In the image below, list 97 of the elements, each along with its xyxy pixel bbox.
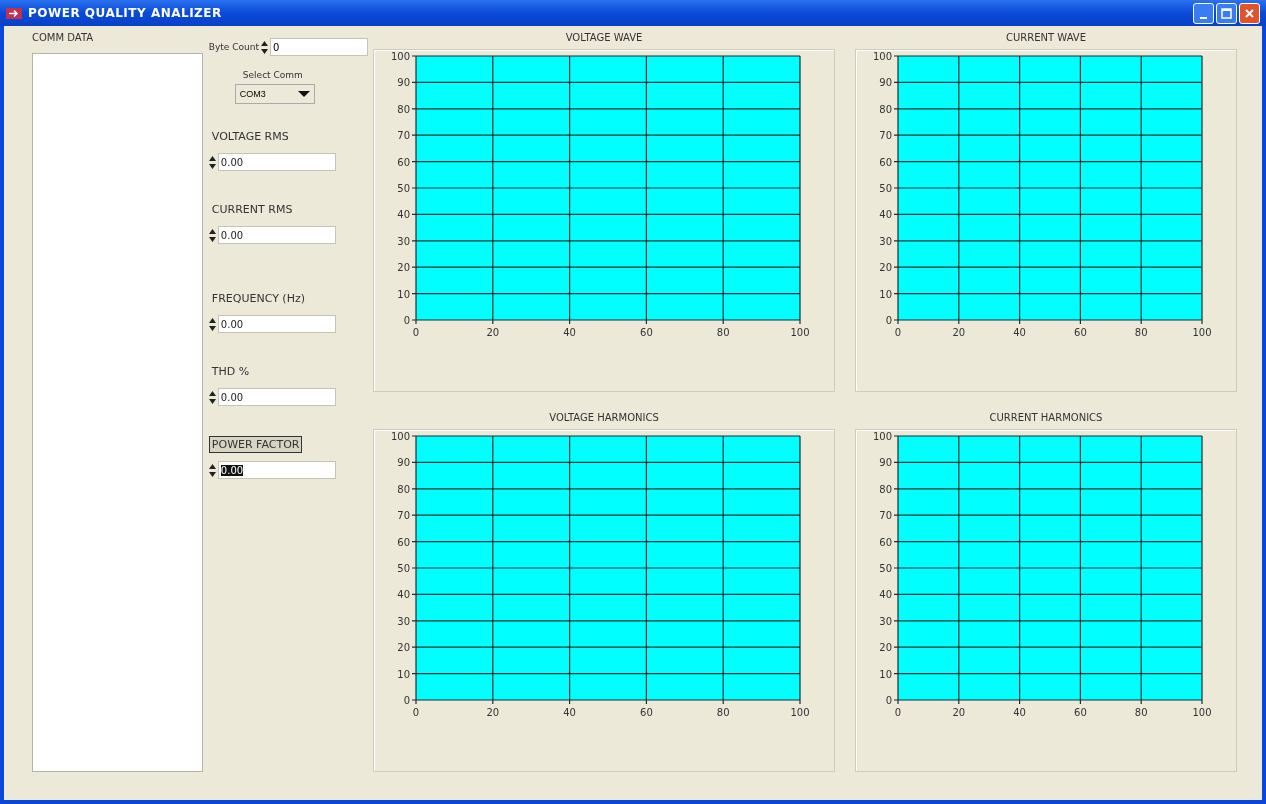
maximize-button[interactable] — [1216, 2, 1237, 24]
y-tick-label: 0 — [885, 695, 892, 706]
x-tick-label: 0 — [894, 327, 902, 338]
y-tick-label: 80 — [879, 483, 892, 495]
x-tick-label: 80 — [1134, 327, 1148, 338]
y-tick-label: 40 — [879, 589, 892, 601]
y-tick-label: 10 — [397, 668, 410, 680]
x-tick-label: 40 — [1013, 327, 1026, 338]
spinner-icon[interactable] — [261, 40, 268, 54]
x-tick-label: 0 — [412, 707, 420, 718]
y-tick-label: 50 — [397, 563, 410, 574]
x-tick-label: 80 — [716, 327, 730, 338]
reading-field[interactable]: 0.00 — [217, 226, 336, 244]
chart-title: CURRENT HARMONICS — [989, 412, 1103, 423]
reading-field[interactable]: 0.00 — [217, 153, 336, 171]
y-tick-label: 20 — [879, 262, 892, 274]
x-tick-label: 100 — [1192, 327, 1212, 338]
y-tick-label: 30 — [879, 615, 892, 627]
y-tick-label: 70 — [879, 130, 892, 142]
y-tick-label: 20 — [397, 262, 410, 274]
x-tick-label: 0 — [412, 327, 420, 338]
minimize-button[interactable] — [1193, 2, 1214, 24]
x-tick-label: 100 — [1192, 707, 1212, 718]
y-tick-label: 30 — [397, 235, 410, 247]
comm-data-label: COMM DATA — [32, 32, 95, 43]
y-tick-label: 100 — [390, 51, 410, 62]
reading-field[interactable]: 0.00 — [217, 388, 336, 406]
x-tick-label: 20 — [952, 327, 966, 338]
byte-count-field[interactable]: 0 — [270, 38, 368, 56]
minimize-icon — [1200, 16, 1207, 19]
x-tick-label: 40 — [1013, 707, 1026, 718]
y-tick-label: 20 — [397, 642, 410, 654]
maximize-icon — [1221, 7, 1232, 19]
y-tick-label: 50 — [879, 183, 892, 194]
y-tick-label: 60 — [879, 536, 892, 548]
x-tick-label: 100 — [790, 327, 810, 338]
chart-title: VOLTAGE HARMONICS — [549, 412, 659, 423]
y-tick-label: 30 — [879, 235, 892, 247]
reading-label: CURRENT RMS — [210, 202, 294, 218]
reading-field[interactable]: 0.00 — [217, 315, 336, 333]
x-tick-label: 40 — [563, 707, 576, 718]
x-tick-label: 60 — [1074, 327, 1087, 338]
y-tick-label: 70 — [397, 510, 410, 522]
select-comm-label: Select Comm — [242, 70, 304, 80]
y-tick-label: 60 — [397, 156, 410, 168]
y-tick-label: 80 — [879, 103, 892, 115]
x-tick-label: 80 — [716, 707, 730, 718]
x-tick-label: 0 — [894, 707, 902, 718]
x-tick-label: 60 — [640, 707, 653, 718]
x-tick-label: 20 — [486, 327, 500, 338]
byte-count-label: Byte Count — [208, 42, 259, 52]
y-tick-label: 80 — [397, 483, 410, 495]
chart-title: VOLTAGE WAVE — [565, 32, 643, 43]
x-tick-label: 40 — [563, 327, 576, 338]
y-tick-label: 90 — [397, 457, 410, 469]
window-title: POWER QUALITY ANALIZER — [28, 6, 222, 20]
y-tick-label: 100 — [390, 431, 410, 442]
y-tick-label: 10 — [879, 668, 892, 680]
y-tick-label: 30 — [397, 615, 410, 627]
y-tick-label: 0 — [885, 315, 892, 326]
comm-port-dropdown[interactable]: COM3 — [234, 84, 315, 104]
y-tick-label: 70 — [397, 130, 410, 142]
y-tick-label: 60 — [397, 536, 410, 548]
close-button[interactable] — [1239, 2, 1260, 24]
y-tick-label: 40 — [397, 209, 410, 221]
close-icon — [1244, 7, 1255, 19]
y-tick-label: 50 — [397, 183, 410, 194]
y-tick-label: 0 — [403, 695, 410, 706]
y-tick-label: 10 — [879, 288, 892, 300]
y-tick-label: 80 — [397, 103, 410, 115]
x-tick-label: 80 — [1134, 707, 1148, 718]
x-tick-label: 100 — [790, 707, 810, 718]
y-tick-label: 90 — [879, 77, 892, 89]
y-tick-label: 50 — [879, 563, 892, 574]
y-tick-label: 100 — [872, 51, 892, 62]
reading-label: POWER FACTOR — [208, 436, 303, 453]
y-tick-label: 100 — [872, 431, 892, 442]
reading-field[interactable]: 0.00 — [217, 461, 336, 479]
y-tick-label: 90 — [879, 457, 892, 469]
y-tick-label: 60 — [879, 156, 892, 168]
x-tick-label: 60 — [1074, 707, 1087, 718]
x-tick-label: 60 — [640, 327, 653, 338]
y-tick-label: 0 — [403, 315, 410, 326]
reading-label: VOLTAGE RMS — [210, 129, 290, 145]
caret-icon — [297, 90, 310, 98]
x-tick-label: 20 — [486, 707, 500, 718]
y-tick-label: 10 — [397, 288, 410, 300]
y-tick-label: 70 — [879, 510, 892, 522]
app-icon — [6, 7, 22, 19]
y-tick-label: 40 — [879, 209, 892, 221]
reading-label: THD % — [210, 364, 251, 380]
y-tick-label: 20 — [879, 642, 892, 654]
x-tick-label: 20 — [952, 707, 966, 718]
reading-label: FREQUENCY (Hz) — [210, 291, 306, 307]
y-tick-label: 90 — [397, 77, 410, 89]
chart-title: CURRENT WAVE — [1006, 32, 1086, 43]
y-tick-label: 40 — [397, 589, 410, 601]
